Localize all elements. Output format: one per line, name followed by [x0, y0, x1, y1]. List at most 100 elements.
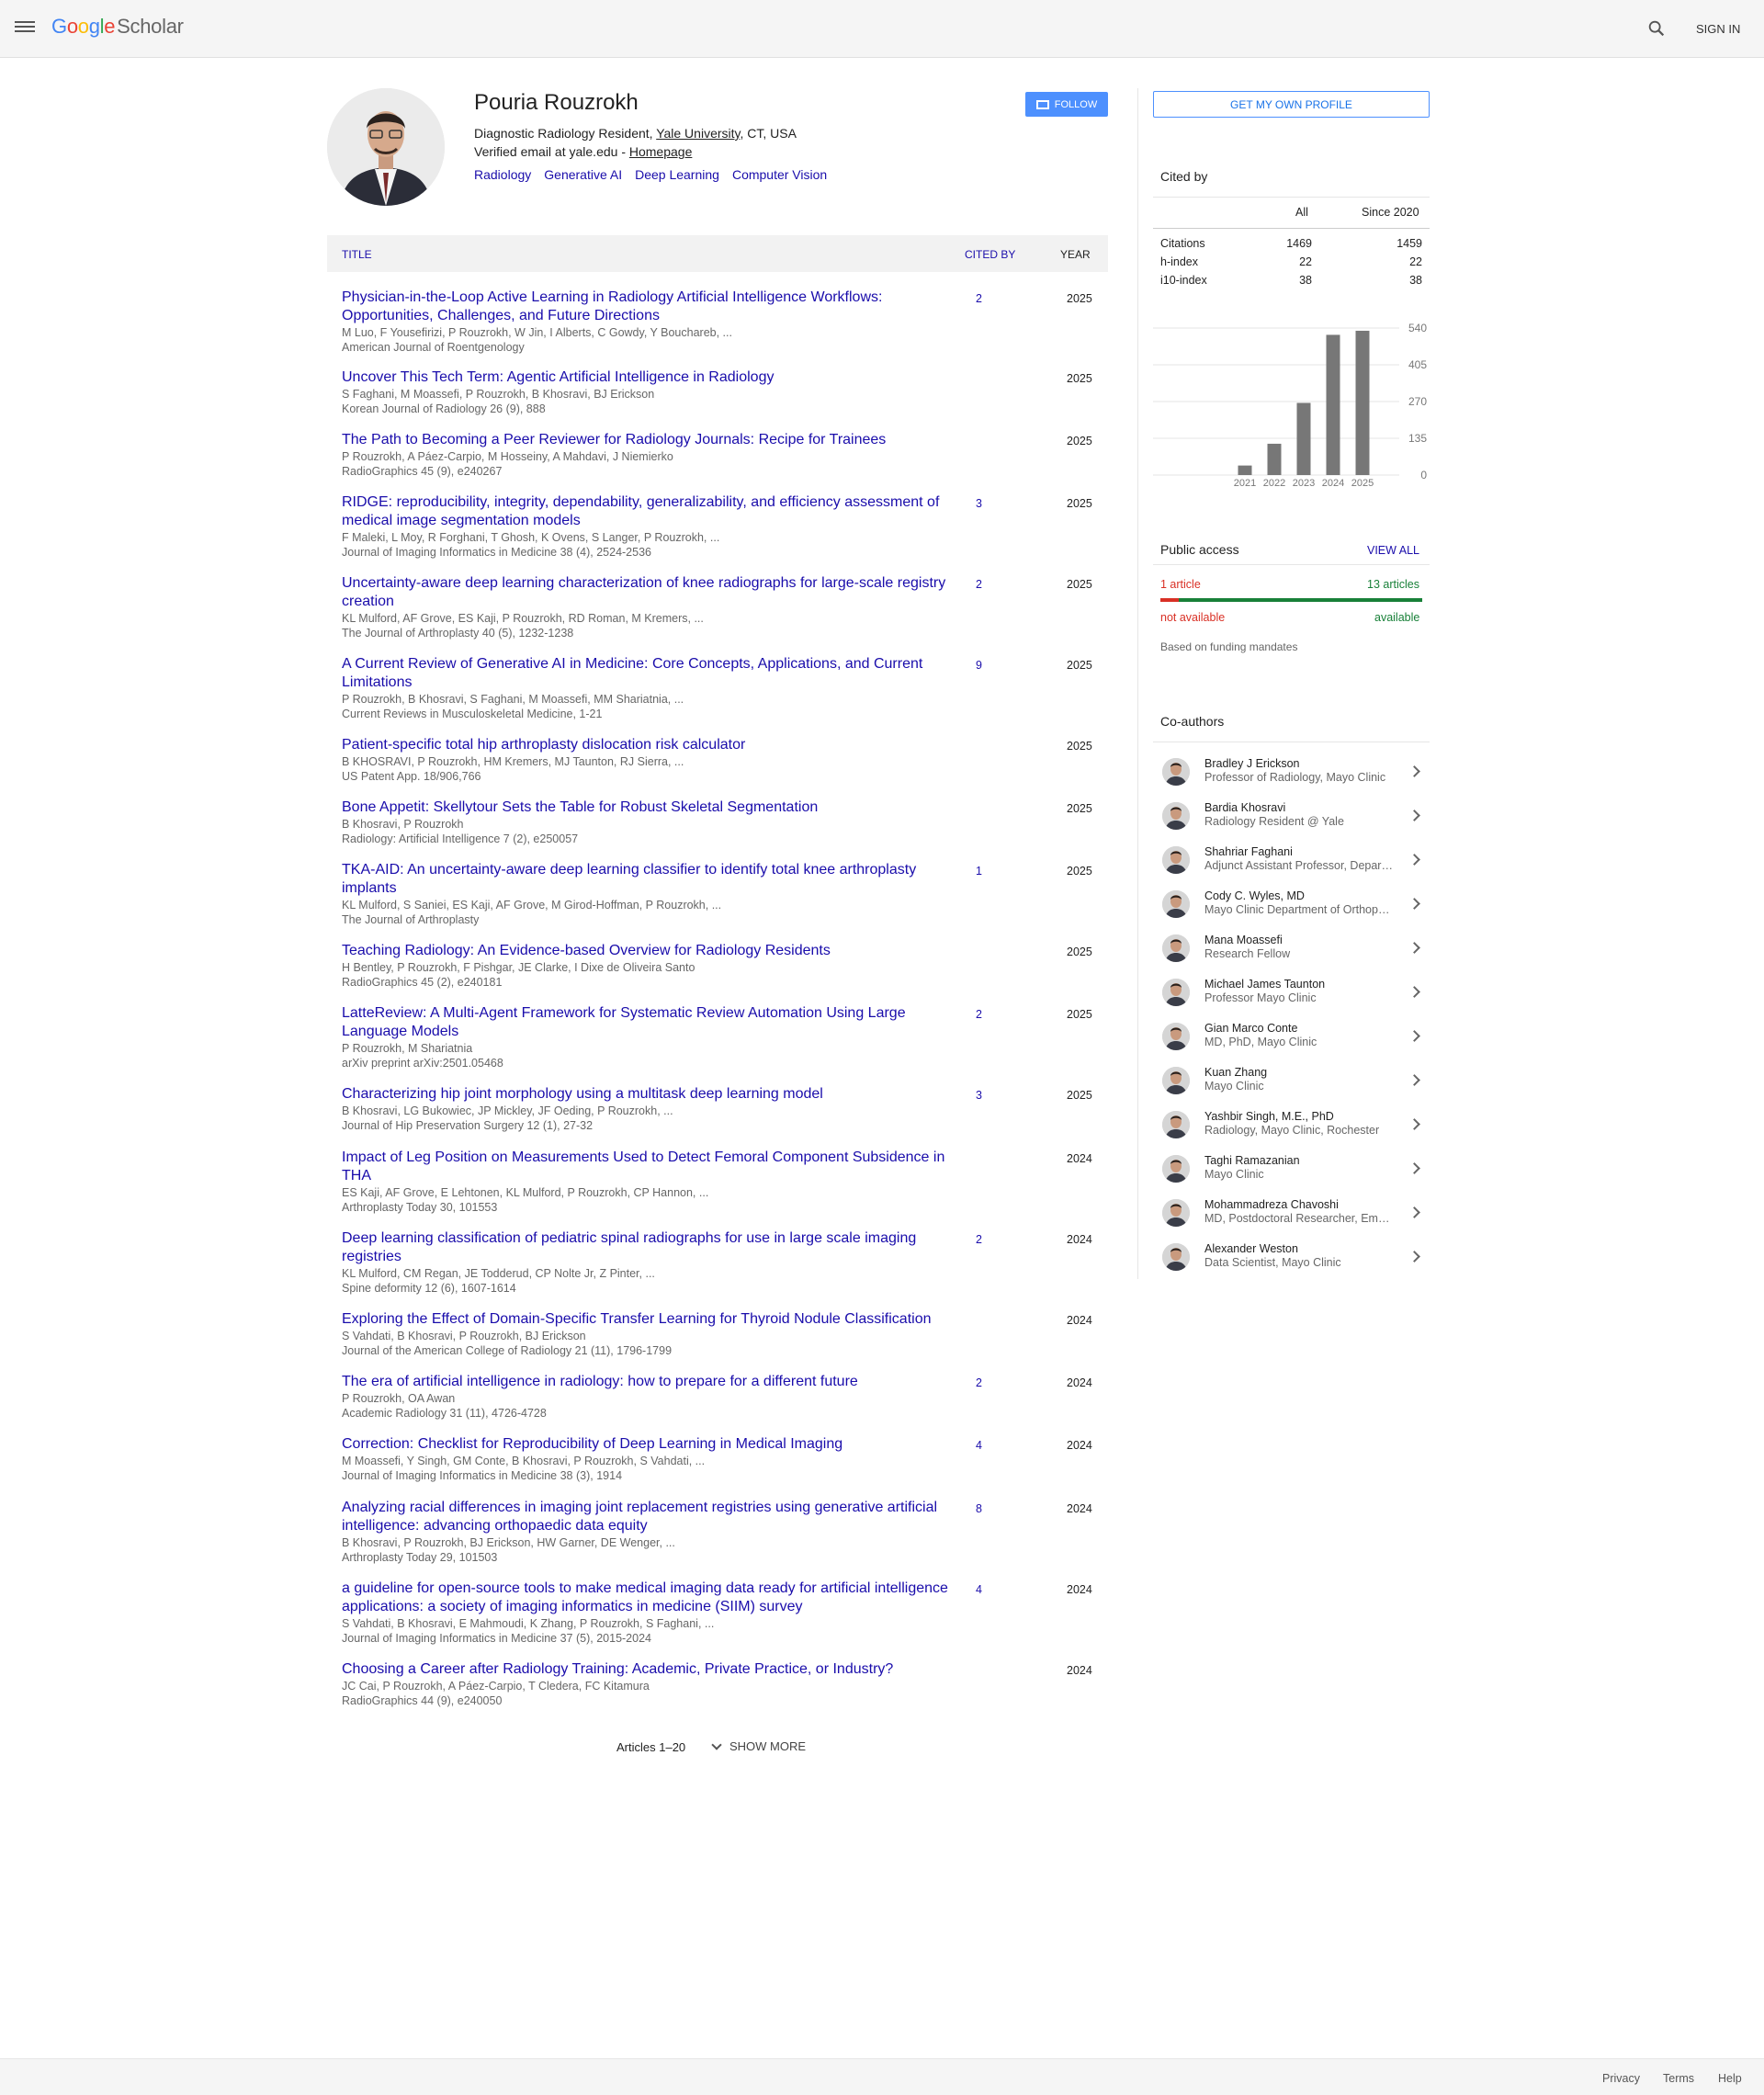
coauthor-item[interactable]: Shahriar Faghani Adjunct Assistant Profes… [1153, 842, 1430, 886]
coauthor-name: Bardia Khosravi [1204, 801, 1286, 814]
coauthor-item[interactable]: Mana Moassefi Research Fellow [1153, 930, 1430, 974]
affiliation-link[interactable]: Yale University [656, 126, 740, 141]
google-scholar-logo[interactable]: GoogleScholar [51, 15, 184, 39]
article-year: 2025 [1067, 802, 1092, 815]
article-venue: Spine deformity 12 (6), 1607-1614 [342, 1282, 516, 1295]
article-title-link[interactable]: A Current Review of Generative AI in Med… [342, 655, 967, 692]
cited-by-count[interactable]: 2 [976, 292, 982, 305]
coauthor-item[interactable]: Mohammadreza Chavoshi MD, Postdoctoral Re… [1153, 1195, 1430, 1239]
coauthor-item[interactable]: Taghi Ramazanian Mayo Clinic [1153, 1150, 1430, 1195]
sign-in-link[interactable]: SIGN IN [1696, 22, 1740, 36]
coauthor-item[interactable]: Bardia Khosravi Radiology Resident @ Yale [1153, 798, 1430, 842]
follow-button[interactable]: FOLLOW [1025, 92, 1108, 117]
coauthor-item[interactable]: Bradley J Erickson Professor of Radiology… [1153, 753, 1430, 798]
article-title-link[interactable]: Deep learning classification of pediatri… [342, 1229, 967, 1266]
chart-bar[interactable] [1296, 402, 1311, 475]
article-title-link[interactable]: Physician-in-the-Loop Active Learning in… [342, 289, 967, 325]
cited-by-count[interactable]: 3 [976, 497, 982, 510]
logo-letter: G [51, 15, 67, 38]
interest-link[interactable]: Generative AI [544, 167, 622, 182]
coauthor-item[interactable]: Gian Marco Conte MD, PhD, Mayo Clinic [1153, 1018, 1430, 1062]
article-title-link[interactable]: Analyzing racial differences in imaging … [342, 1499, 967, 1535]
article-title-link[interactable]: Teaching Radiology: An Evidence-based Ov… [342, 942, 967, 960]
coauthor-avatar [1162, 1067, 1190, 1094]
view-all-link[interactable]: VIEW ALL [1367, 544, 1419, 557]
cited-by-count[interactable]: 2 [976, 1233, 982, 1246]
interest-link[interactable]: Deep Learning [635, 167, 719, 182]
interest-link[interactable]: Radiology [474, 167, 531, 182]
chevron-right-icon [1408, 898, 1420, 910]
funding-mandates-note: Based on funding mandates [1160, 640, 1298, 653]
article-title-link[interactable]: Patient-specific total hip arthroplasty … [342, 736, 967, 754]
chart-bar[interactable] [1267, 443, 1282, 475]
cited-by-count[interactable]: 2 [976, 578, 982, 591]
coauthor-item[interactable]: Alexander Weston Data Scientist, Mayo Cli… [1153, 1239, 1430, 1283]
sort-by-year[interactable]: YEAR [1060, 248, 1091, 261]
chevron-right-icon [1408, 1251, 1420, 1263]
coauthor-item[interactable]: Michael James Taunton Professor Mayo Clin… [1153, 974, 1430, 1018]
article-title-link[interactable]: LatteReview: A Multi-Agent Framework for… [342, 1004, 967, 1041]
article-title-link[interactable]: Exploring the Effect of Domain-Specific … [342, 1310, 967, 1329]
chevron-right-icon [1408, 765, 1420, 777]
coauthor-affiliation: Mayo Clinic [1204, 1080, 1264, 1093]
chart-bar[interactable] [1238, 465, 1252, 475]
coauthor-affiliation: MD, Postdoctoral Researcher, Emory Unive… [1204, 1212, 1393, 1225]
cited-by-count[interactable]: 9 [976, 659, 982, 672]
cited-by-count[interactable]: 2 [976, 1376, 982, 1389]
coauthor-name: Taghi Ramazanian [1204, 1154, 1300, 1167]
article-title-link[interactable]: The Path to Becoming a Peer Reviewer for… [342, 431, 967, 449]
article-title-link[interactable]: Bone Appetit: Skellytour Sets the Table … [342, 798, 967, 817]
divider [1153, 564, 1430, 565]
search-icon[interactable] [1646, 18, 1667, 39]
not-available-count[interactable]: 1 article [1160, 578, 1201, 591]
article-title-link[interactable]: Choosing a Career after Radiology Traini… [342, 1660, 967, 1679]
public-access-bar [1160, 598, 1422, 602]
chevron-right-icon [1408, 1162, 1420, 1174]
cited-by-count[interactable]: 3 [976, 1089, 982, 1102]
article-venue: RadioGraphics 45 (9), e240267 [342, 465, 503, 478]
sort-by-cited[interactable]: CITED BY [965, 248, 1015, 261]
chart-bar[interactable] [1355, 330, 1370, 475]
get-my-own-profile-button[interactable]: GET MY OWN PROFILE [1153, 91, 1430, 118]
terms-link[interactable]: Terms [1663, 2072, 1694, 2085]
article-title-link[interactable]: Uncover This Tech Term: Agentic Artifici… [342, 368, 967, 387]
cited-col-all: All [1295, 206, 1308, 219]
privacy-link[interactable]: Privacy [1602, 2072, 1640, 2085]
interest-link[interactable]: Computer Vision [732, 167, 827, 182]
article-title-link[interactable]: The era of artificial intelligence in ra… [342, 1373, 967, 1391]
available-count[interactable]: 13 articles [1367, 578, 1419, 591]
cited-by-count[interactable]: 4 [976, 1583, 982, 1596]
article-authors: H Bentley, P Rouzrokh, F Pishgar, JE Cla… [342, 961, 695, 974]
help-link[interactable]: Help [1718, 2072, 1742, 2085]
article-venue: American Journal of Roentgenology [342, 341, 525, 354]
article-venue: Arthroplasty Today 29, 101503 [342, 1551, 498, 1564]
article-title-link[interactable]: Correction: Checklist for Reproducibilit… [342, 1435, 967, 1454]
coauthor-item[interactable]: Yashbir Singh, M.E., PhD Radiology, Mayo … [1153, 1106, 1430, 1150]
article-title-link[interactable]: RIDGE: reproducibility, integrity, depen… [342, 493, 967, 530]
show-more-button[interactable]: SHOW MORE [711, 1738, 806, 1753]
logo-google-wordmark: Google [51, 15, 115, 38]
article-authors: S Faghani, M Moassefi, P Rouzrokh, B Kho… [342, 388, 655, 401]
chevron-right-icon [1408, 854, 1420, 866]
logo-scholar-word: Scholar [117, 15, 184, 38]
hamburger-menu-icon[interactable] [15, 18, 35, 39]
cited-by-count[interactable]: 2 [976, 1008, 982, 1021]
logo-letter: e [104, 15, 116, 38]
article-title-link[interactable]: Characterizing hip joint morphology usin… [342, 1085, 967, 1104]
article-venue: Arthroplasty Today 30, 101553 [342, 1201, 498, 1214]
article-venue: Journal of Imaging Informatics in Medici… [342, 1632, 651, 1645]
cited-by-count[interactable]: 4 [976, 1439, 982, 1452]
coauthor-item[interactable]: Cody C. Wyles, MD Mayo Clinic Department … [1153, 886, 1430, 930]
not-available-fill [1160, 598, 1180, 602]
article-year: 2024 [1067, 1583, 1092, 1596]
homepage-link[interactable]: Homepage [629, 144, 693, 159]
article-title-link[interactable]: Impact of Leg Position on Measurements U… [342, 1149, 967, 1185]
chart-bar[interactable] [1326, 334, 1340, 475]
article-title-link[interactable]: Uncertainty-aware deep learning characte… [342, 574, 967, 611]
cited-by-count[interactable]: 1 [976, 865, 982, 878]
article-title-link[interactable]: TKA-AID: An uncertainty-aware deep learn… [342, 861, 967, 898]
cited-by-count[interactable]: 8 [976, 1502, 982, 1515]
sort-by-title[interactable]: TITLE [342, 248, 372, 261]
coauthor-item[interactable]: Kuan Zhang Mayo Clinic [1153, 1062, 1430, 1106]
article-title-link[interactable]: a guideline for open-source tools to mak… [342, 1580, 967, 1616]
